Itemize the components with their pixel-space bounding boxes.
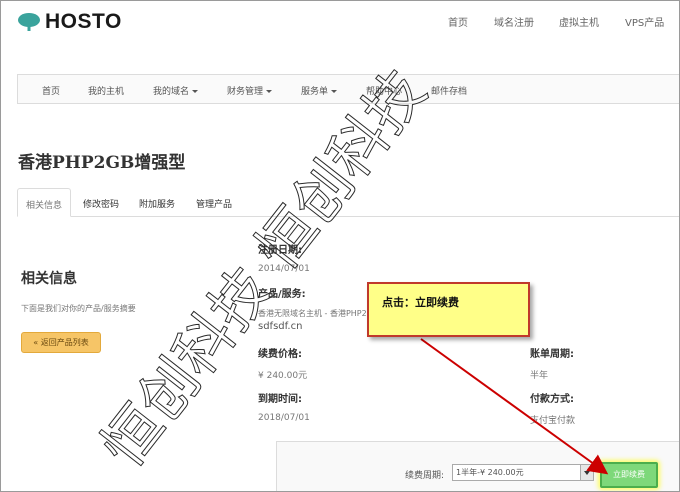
payment-method-label: 付款方式:: [530, 394, 574, 405]
expire-label: 到期时间:: [258, 394, 302, 405]
member-nav-label: 服务单: [301, 87, 329, 97]
top-header: HOSTO 首页 域名注册 虚拟主机 VPS产品: [1, 1, 679, 43]
domain-value: sdfsdf.cn: [258, 321, 303, 332]
member-nav-my-domains[interactable]: 我的域名: [153, 84, 199, 97]
member-nav-label: 财务管理: [227, 87, 264, 97]
member-nav-tickets[interactable]: 服务单: [301, 84, 338, 97]
price-label: 续费价格:: [258, 349, 302, 360]
top-nav: 首页 域名注册 虚拟主机 VPS产品: [1, 14, 679, 29]
tab-password[interactable]: 修改密码: [83, 188, 119, 217]
reg-date-value: 2014/07/01: [258, 264, 310, 274]
top-nav-home[interactable]: 首页: [448, 14, 468, 29]
expire-value: 2018/07/01: [258, 413, 310, 423]
renewal-period-select[interactable]: 1半年-¥ 240.00元: [452, 464, 594, 481]
callout-text: 点击：立即续费: [382, 296, 459, 309]
member-nav-my-hosts[interactable]: 我的主机: [88, 84, 124, 97]
payment-method-value: 支付宝付款: [530, 416, 576, 426]
tab-manage[interactable]: 管理产品: [196, 188, 232, 217]
renewal-period-value: 1半年-¥ 240.00元: [456, 468, 524, 477]
section-description: 下面是我们对你的产品/服务摘要: [21, 304, 136, 313]
section-title: 相关信息: [21, 271, 77, 287]
back-to-products-button[interactable]: « 返回产品列表: [21, 332, 101, 353]
member-nav-label: 帮助中心: [366, 87, 403, 97]
member-nav-label: 我的域名: [153, 87, 190, 97]
renewal-period-label: 续费周期:: [405, 471, 445, 481]
renew-now-button[interactable]: 立即续费: [600, 462, 658, 488]
member-nav-finance[interactable]: 财务管理: [227, 84, 273, 97]
app-window: HOSTO 首页 域名注册 虚拟主机 VPS产品 首页 我的主机 我的域名 财务…: [0, 0, 680, 492]
reg-date-label: 注册日期:: [258, 245, 302, 256]
tab-addons[interactable]: 附加服务: [139, 188, 175, 217]
caret-down-icon: [331, 90, 338, 93]
member-nav-mail[interactable]: 邮件存档: [431, 84, 467, 97]
billing-cycle-label: 账单周期:: [530, 349, 574, 360]
instruction-callout: 点击：立即续费: [367, 282, 530, 337]
top-nav-virtual-host[interactable]: 虚拟主机: [559, 14, 599, 29]
member-nav-help[interactable]: 帮助中心: [366, 84, 402, 97]
price-value: ¥ 240.00元: [258, 371, 308, 381]
member-nav-label: 邮件存档: [431, 87, 468, 97]
member-nav-label: 我的主机: [88, 87, 125, 97]
caret-down-icon: [192, 90, 199, 93]
product-label: 产品/服务:: [258, 289, 306, 300]
member-nav-label: 首页: [42, 87, 61, 97]
billing-cycle-value: 半年: [530, 371, 549, 381]
member-nav: 首页 我的主机 我的域名 财务管理 服务单 帮助中心 邮件存档: [17, 74, 679, 104]
top-nav-domain-register[interactable]: 域名注册: [494, 14, 534, 29]
top-nav-vps[interactable]: VPS产品: [625, 14, 664, 29]
member-nav-home[interactable]: 首页: [42, 84, 60, 97]
dropdown-arrow-icon[interactable]: [580, 465, 593, 480]
page-title: 香港PHP2GB增强型: [18, 153, 186, 173]
caret-down-icon: [266, 90, 273, 93]
tab-info[interactable]: 相关信息: [17, 188, 72, 217]
